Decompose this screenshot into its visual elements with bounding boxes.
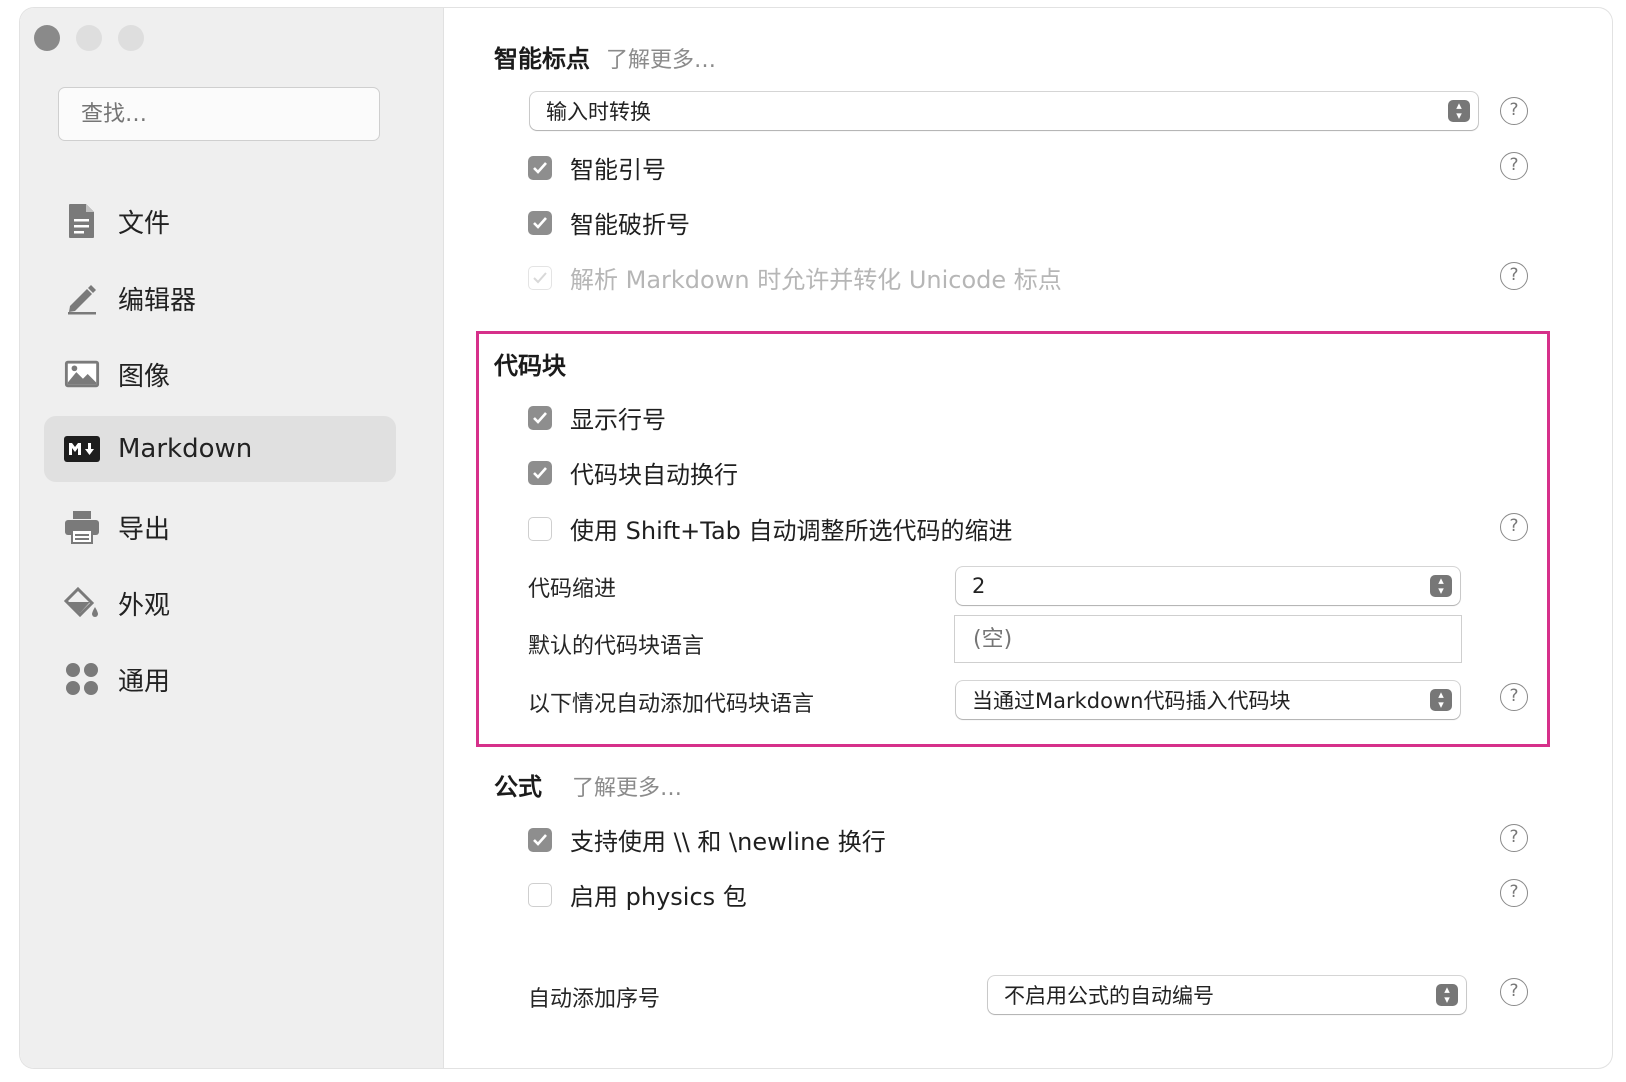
settings-panel: 智能标点 了解更多… 输入时转换 ▴ ▾ ? 智能引号 ? 智能破折号 解析 Ma… bbox=[444, 8, 1612, 1068]
close-window-button[interactable] bbox=[34, 25, 60, 51]
smart-quotes-checkbox[interactable] bbox=[528, 155, 552, 180]
paint-bucket-icon bbox=[64, 585, 100, 621]
code-indent-value: 2 bbox=[972, 574, 986, 598]
checkmark-icon bbox=[533, 833, 547, 846]
select-stepper-icon: ▴ ▾ bbox=[1430, 689, 1452, 711]
default-lang-label: 默认的代码块语言 bbox=[528, 634, 705, 659]
minimize-window-button[interactable] bbox=[76, 25, 102, 51]
printer-icon bbox=[64, 509, 100, 545]
select-stepper-icon: ▴ ▾ bbox=[1436, 984, 1458, 1006]
auto-wrap-checkbox[interactable] bbox=[528, 460, 552, 485]
default-lang-input[interactable] bbox=[954, 615, 1462, 663]
file-icon bbox=[64, 203, 100, 239]
auto-number-label: 自动添加序号 bbox=[528, 987, 661, 1012]
auto-lang-label: 以下情况自动添加代码块语言 bbox=[528, 692, 815, 717]
shift-tab-row[interactable]: 使用 Shift+Tab 自动调整所选代码的缩进 bbox=[528, 511, 1013, 546]
smart-dashes-label: 智能破折号 bbox=[570, 211, 690, 239]
show-line-numbers-label: 显示行号 bbox=[570, 406, 666, 434]
sidebar-item-appearance[interactable]: 外观 bbox=[44, 570, 396, 636]
auto-wrap-row[interactable]: 代码块自动换行 bbox=[528, 455, 738, 490]
sidebar-item-markdown[interactable]: Markdown bbox=[44, 416, 396, 482]
sidebar-item-label: 通用 bbox=[118, 666, 171, 697]
auto-number-value: 不启用公式的自动编号 bbox=[1004, 984, 1214, 1008]
select-stepper-icon: ▴ ▾ bbox=[1448, 100, 1470, 122]
unicode-punct-checkbox bbox=[528, 265, 552, 290]
smart-dashes-checkbox[interactable] bbox=[528, 210, 552, 235]
checkmark-icon bbox=[533, 466, 547, 479]
sidebar-item-label: 编辑器 bbox=[118, 285, 197, 316]
newline-support-checkbox[interactable] bbox=[528, 827, 552, 852]
show-line-numbers-row[interactable]: 显示行号 bbox=[528, 400, 666, 435]
math-learn-more-link[interactable]: 了解更多… bbox=[572, 770, 682, 802]
unicode-punct-label: 解析 Markdown 时允许并转化 Unicode 标点 bbox=[570, 266, 1062, 294]
sidebar-item-file[interactable]: 文件 bbox=[44, 188, 396, 254]
help-icon[interactable]: ? bbox=[1500, 262, 1528, 290]
help-icon[interactable]: ? bbox=[1500, 683, 1528, 711]
help-icon[interactable]: ? bbox=[1500, 97, 1528, 125]
sidebar-item-label: Markdown bbox=[118, 434, 253, 464]
auto-lang-select[interactable]: 当通过Markdown代码插入代码块 ▴ ▾ bbox=[956, 681, 1460, 719]
window-controls bbox=[34, 25, 144, 51]
physics-checkbox[interactable] bbox=[528, 882, 552, 907]
sidebar: 文件 编辑器 图像 Markdown 导出 bbox=[20, 8, 444, 1068]
smart-quotes-label: 智能引号 bbox=[570, 156, 666, 184]
checkmark-icon bbox=[533, 216, 547, 229]
shift-tab-label: 使用 Shift+Tab 自动调整所选代码的缩进 bbox=[570, 517, 1013, 545]
smart-dashes-row[interactable]: 智能破折号 bbox=[528, 205, 690, 240]
smart-punct-learn-more-link[interactable]: 了解更多… bbox=[606, 42, 716, 74]
sidebar-item-export[interactable]: 导出 bbox=[44, 494, 396, 560]
smart-punct-title: 智能标点 bbox=[494, 45, 590, 73]
auto-wrap-label: 代码块自动换行 bbox=[570, 461, 738, 489]
auto-lang-value: 当通过Markdown代码插入代码块 bbox=[972, 689, 1291, 713]
smart-punct-mode-select[interactable]: 输入时转换 ▴ ▾ bbox=[530, 92, 1478, 130]
select-stepper-icon: ▴ ▾ bbox=[1430, 575, 1452, 597]
search-input[interactable] bbox=[58, 87, 380, 141]
sidebar-item-editor[interactable]: 编辑器 bbox=[44, 265, 396, 331]
physics-label: 启用 physics 包 bbox=[570, 883, 747, 911]
help-icon[interactable]: ? bbox=[1500, 978, 1528, 1006]
sidebar-item-label: 导出 bbox=[118, 514, 171, 545]
sidebar-item-image[interactable]: 图像 bbox=[44, 341, 396, 407]
shift-tab-checkbox[interactable] bbox=[528, 516, 552, 541]
newline-support-label: 支持使用 \\ 和 \newline 换行 bbox=[570, 828, 886, 856]
sidebar-item-label: 图像 bbox=[118, 361, 171, 392]
checkmark-icon bbox=[533, 271, 547, 283]
markdown-icon bbox=[64, 431, 100, 467]
sidebar-item-label: 外观 bbox=[118, 590, 171, 621]
zoom-window-button[interactable] bbox=[118, 25, 144, 51]
pencil-icon bbox=[64, 280, 100, 316]
help-icon[interactable]: ? bbox=[1500, 152, 1528, 180]
code-indent-select[interactable]: 2 ▴ ▾ bbox=[956, 567, 1460, 605]
math-title: 公式 bbox=[494, 773, 542, 801]
checkmark-icon bbox=[533, 161, 547, 174]
code-indent-label: 代码缩进 bbox=[528, 577, 617, 602]
help-icon[interactable]: ? bbox=[1500, 824, 1528, 852]
physics-row[interactable]: 启用 physics 包 bbox=[528, 877, 747, 912]
grid-icon bbox=[64, 661, 100, 697]
smart-punct-mode-value: 输入时转换 bbox=[546, 100, 651, 124]
smart-quotes-row[interactable]: 智能引号 bbox=[528, 150, 666, 185]
help-icon[interactable]: ? bbox=[1500, 879, 1528, 907]
newline-support-row[interactable]: 支持使用 \\ 和 \newline 换行 bbox=[528, 822, 886, 857]
sidebar-item-label: 文件 bbox=[118, 208, 171, 239]
unicode-punct-row: 解析 Markdown 时允许并转化 Unicode 标点 bbox=[528, 260, 1062, 295]
checkmark-icon bbox=[533, 411, 547, 424]
help-icon[interactable]: ? bbox=[1500, 513, 1528, 541]
sidebar-item-general[interactable]: 通用 bbox=[44, 646, 396, 712]
image-icon bbox=[64, 356, 100, 392]
code-block-title: 代码块 bbox=[494, 352, 566, 380]
preferences-window: 文件 编辑器 图像 Markdown 导出 bbox=[20, 8, 1612, 1068]
show-line-numbers-checkbox[interactable] bbox=[528, 405, 552, 430]
auto-number-select[interactable]: 不启用公式的自动编号 ▴ ▾ bbox=[988, 976, 1466, 1014]
